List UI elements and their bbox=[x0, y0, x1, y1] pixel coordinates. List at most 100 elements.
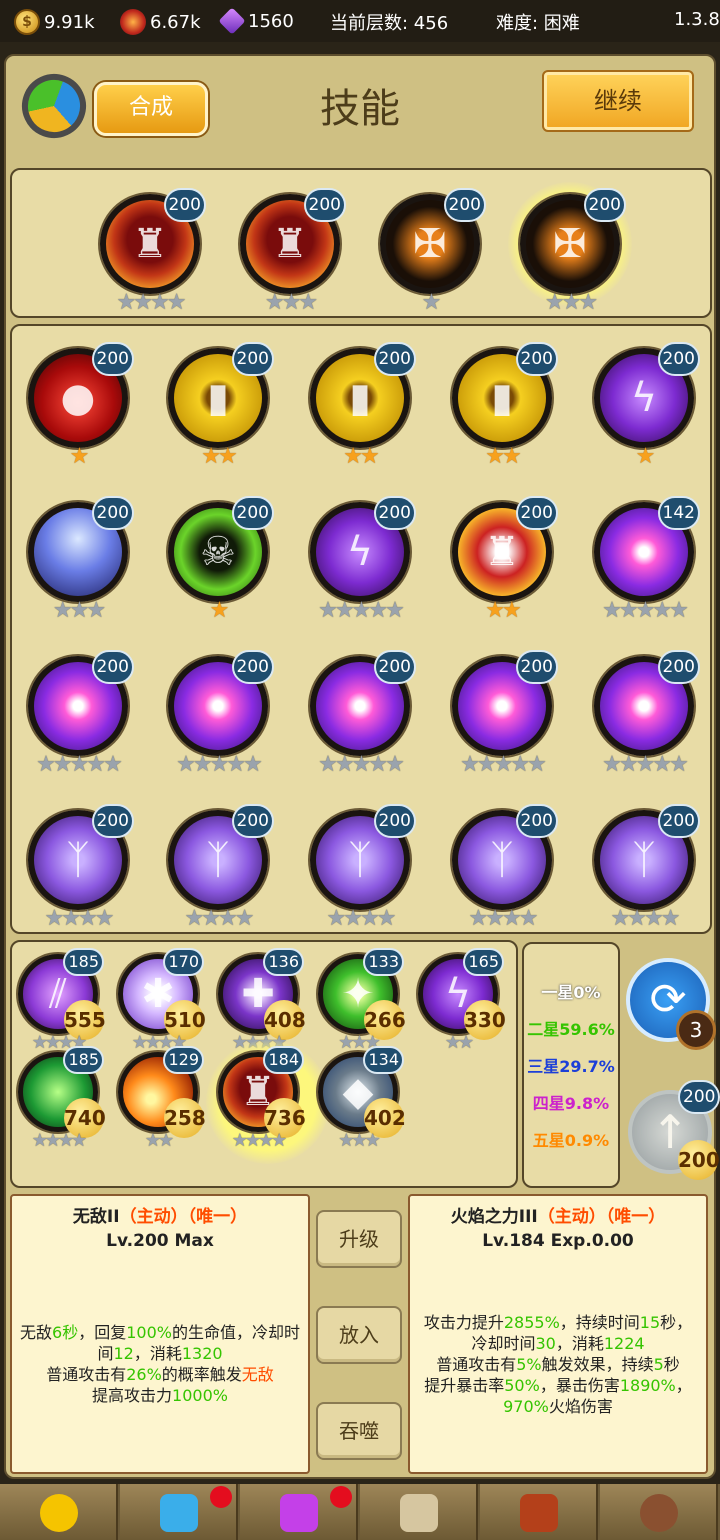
skill-slot[interactable]: 200 ★★★★★ bbox=[452, 650, 558, 776]
star-icon: ★ bbox=[298, 290, 318, 315]
star-icon: ★ bbox=[58, 1130, 74, 1151]
skill-slot[interactable]: ϟ 200 ★★★★★ bbox=[310, 496, 416, 622]
star-rating: ★ bbox=[28, 446, 128, 468]
star-icon: ★ bbox=[231, 1130, 248, 1151]
star-icon: ★ bbox=[421, 290, 442, 315]
skill-slot[interactable]: ᛉ 200 ★★★★ bbox=[310, 804, 416, 930]
skill-slot[interactable]: ● 200 ★ bbox=[28, 342, 134, 468]
level-badge: 200 bbox=[515, 342, 558, 376]
star-icon: ★ bbox=[184, 906, 205, 931]
skill-slot[interactable]: ▮ 200 ★★ bbox=[452, 342, 558, 468]
level-badge: 185 bbox=[63, 1046, 104, 1074]
star-icon: ★ bbox=[209, 598, 230, 623]
skill-slot[interactable]: ✦ 133 266 ★★★ bbox=[318, 948, 406, 1053]
upgrade-button[interactable]: 升级 bbox=[316, 1210, 402, 1268]
skill-slot[interactable]: 129 258 ★★ bbox=[118, 1046, 206, 1151]
skill-slot[interactable]: 200 ★★★★★ bbox=[168, 650, 274, 776]
version-text: 1.3.8 bbox=[674, 9, 720, 30]
star-icon: ★ bbox=[78, 906, 98, 931]
skill-slot[interactable]: 200 ★★★★★ bbox=[310, 650, 416, 776]
star-icon: ★ bbox=[201, 444, 221, 469]
level-badge: 142 bbox=[657, 496, 700, 530]
tab-spellbook[interactable] bbox=[480, 1484, 598, 1540]
star-icon: ★ bbox=[343, 444, 363, 469]
star-rating: ★★★★★ bbox=[310, 754, 410, 776]
skill-slot[interactable]: ✱ 170 510 ★★★★ bbox=[118, 948, 206, 1053]
skill-slot[interactable]: ᛉ 200 ★★★★ bbox=[28, 804, 134, 930]
star-icon: ★ bbox=[338, 1032, 354, 1053]
skill-slot[interactable]: ᛉ 200 ★★★★ bbox=[452, 804, 558, 930]
star-rating: ★ bbox=[594, 446, 694, 468]
star-rating: ★★ bbox=[310, 446, 410, 468]
star-icon: ★ bbox=[243, 752, 263, 777]
star-icon: ★ bbox=[485, 906, 505, 931]
star-rating: ★★ bbox=[452, 446, 552, 468]
skill-description: 攻击力提升2855%，持续时间15秒，冷却时间30，消耗1224 普通攻击有5%… bbox=[423, 1313, 693, 1416]
skill-slot[interactable]: ◆ 134 402 ★★★ bbox=[318, 1046, 406, 1151]
level-badge: 200 bbox=[515, 650, 558, 684]
top-resource-bar: $ 9.91k 6.67k 1560 当前层数: 456 难度: 困难 1.3.… bbox=[0, 0, 720, 42]
star-probability: 二星59.6% bbox=[527, 1020, 615, 1039]
skill-slot[interactable]: ϟ 165 330 ★★ bbox=[418, 948, 506, 1053]
skill-slot[interactable]: ♜ 200 ★★★ bbox=[240, 188, 346, 314]
skill-slot[interactable]: ♜ 200 ★★★★ bbox=[100, 188, 206, 314]
version-label: 1.3.8 bbox=[674, 9, 720, 30]
star-rating: ★★★★★ bbox=[310, 600, 410, 622]
skill-slot[interactable]: 200 ★★★ bbox=[28, 496, 134, 622]
skill-slot[interactable]: ♜ 184 736 ★★★★ bbox=[206, 1040, 330, 1164]
icon-glyph: ᛉ bbox=[206, 837, 230, 883]
star-icon: ★ bbox=[334, 598, 355, 623]
skill-slot[interactable]: ▮ 200 ★★ bbox=[310, 342, 416, 468]
devour-button[interactable]: 吞噬 bbox=[316, 1402, 402, 1460]
tab-gear[interactable] bbox=[600, 1484, 718, 1540]
tab-anvil[interactable] bbox=[360, 1484, 478, 1540]
tab-hero[interactable] bbox=[0, 1484, 118, 1540]
skill-slot[interactable]: 185 740 ★★★★ bbox=[18, 1046, 106, 1151]
star-icon: ★ bbox=[458, 1032, 474, 1053]
continue-button[interactable]: 继续 bbox=[542, 70, 694, 132]
skill-level: Lv.184 Exp.0.00 bbox=[482, 1231, 634, 1251]
star-icon: ★ bbox=[334, 752, 355, 777]
star-icon: ★ bbox=[385, 752, 405, 777]
level-badge: 200 bbox=[373, 342, 416, 376]
tab-magic-hand[interactable] bbox=[240, 1484, 358, 1540]
level-badge: 200 bbox=[373, 496, 416, 530]
star-icon: ★ bbox=[166, 290, 187, 315]
icon-glyph: ▮ bbox=[490, 375, 514, 421]
skill-slot[interactable]: ✚136408★★★★ bbox=[218, 948, 306, 1053]
skill-slot[interactable]: ☠ 200 ★ bbox=[168, 496, 274, 622]
skill-slot[interactable]: ✠ 200 ★ bbox=[380, 188, 486, 314]
star-rating: ★★★★ bbox=[452, 908, 552, 930]
tab-crystal[interactable] bbox=[120, 1484, 238, 1540]
icon-glyph: ♜ bbox=[132, 221, 168, 267]
skill-slot[interactable]: ᛉ 200 ★★★★ bbox=[168, 804, 274, 930]
skill-slot[interactable]: ϟ 200 ★ bbox=[594, 342, 700, 468]
icon-glyph: ♜ bbox=[484, 529, 520, 575]
skill-slot[interactable]: 142 ★★★★★ bbox=[594, 496, 700, 622]
skill-slot[interactable]: ♜ 200 ★★ bbox=[452, 496, 558, 622]
star-rating: ★★★★★ bbox=[452, 754, 552, 776]
level-badge: 200 bbox=[303, 188, 346, 222]
star-icon: ★ bbox=[578, 290, 598, 315]
skill-slot[interactable]: ᛉ 200 ★★★★ bbox=[594, 804, 700, 930]
skill-slot[interactable]: 200 ★★★★★ bbox=[28, 650, 134, 776]
level-badge: 200 bbox=[657, 650, 700, 684]
skill-slot[interactable]: 200 ★★★★★ bbox=[594, 650, 700, 776]
pool-level-badge: 200 bbox=[678, 1080, 720, 1114]
skill-slot[interactable]: ⫽ 185 555 ★★★★ bbox=[18, 948, 106, 1053]
star-icon: ★ bbox=[652, 752, 672, 777]
level-badge: 170 bbox=[163, 948, 204, 976]
star-rating: ★★★★★ bbox=[594, 600, 694, 622]
icon-glyph: ᛉ bbox=[348, 837, 372, 883]
level-badge: 184 bbox=[263, 1046, 304, 1074]
star-rating: ★★ bbox=[118, 1130, 198, 1152]
star-icon: ★ bbox=[44, 1130, 61, 1151]
put-in-button[interactable]: 放入 bbox=[316, 1306, 402, 1364]
hero-icon bbox=[40, 1494, 78, 1532]
skill-slot[interactable]: ✠ 200 ★★★ bbox=[508, 182, 632, 314]
skill-slot[interactable]: ▮ 200 ★★ bbox=[168, 342, 274, 468]
level-badge: 136 bbox=[263, 948, 304, 976]
star-rating: ★★★★ bbox=[28, 908, 128, 930]
difficulty-text: 难度: 困难 bbox=[496, 13, 580, 34]
notification-dot bbox=[330, 1486, 352, 1508]
